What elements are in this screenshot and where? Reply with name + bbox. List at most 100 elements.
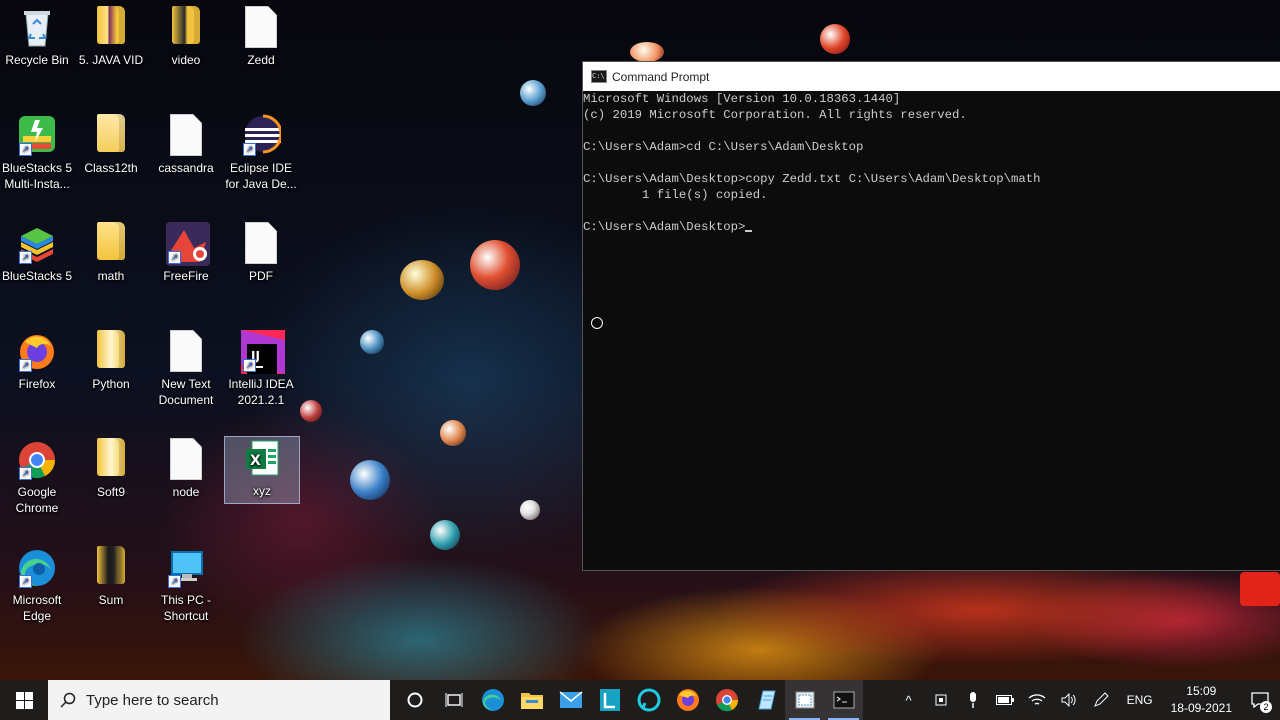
recycle-bin-icon: [17, 6, 57, 48]
command-prompt-window[interactable]: C:\ Command Prompt Microsoft Windows [Ve…: [583, 62, 1280, 570]
taskbar: Type here to search ^ ENG 15:09 18-09-20…: [0, 680, 1280, 720]
cmd-line: 1 file(s) copied.: [583, 188, 768, 202]
taskbar-snipping-tool[interactable]: [785, 680, 824, 720]
desktop-icon-label: Firefox: [18, 377, 56, 391]
alexa-icon: [637, 688, 660, 712]
firefox-icon: ↗: [17, 330, 57, 372]
desktop-icon-google-chrome[interactable]: ↗ Google Chrome: [0, 438, 74, 516]
meet-now-icon: [935, 694, 947, 706]
desktop-icon-recycle-bin[interactable]: Recycle Bin: [0, 6, 74, 68]
taskbar-file-explorer[interactable]: [512, 680, 551, 720]
libreoffice-icon: [599, 689, 620, 711]
desktop-icon-class12th[interactable]: Class12th: [74, 114, 148, 176]
desktop-icon-label: Eclipse IDE for Java De...: [225, 161, 297, 191]
desktop-icon-cassandra[interactable]: cassandra: [149, 114, 223, 176]
folder-icon: [91, 222, 131, 264]
desktop-icon-label: Sum: [98, 593, 124, 607]
desktop-icon-this-pc[interactable]: ↗ This PC - Shortcut: [149, 546, 223, 624]
desktop-icon-intellij[interactable]: IJ ↗ IntelliJ IDEA 2021.2.1: [224, 330, 298, 408]
desktop-icon-math[interactable]: math: [74, 222, 148, 284]
desktop-icon-sum[interactable]: Sum: [74, 546, 148, 608]
desktop-icon-firefox[interactable]: ↗ Firefox: [0, 330, 74, 392]
chevron-up-icon: ^: [905, 692, 912, 708]
cortana-button[interactable]: [395, 680, 434, 720]
desktop-icon-xyz[interactable]: X xyz: [224, 436, 300, 504]
edge-icon: [481, 689, 504, 711]
desktop-icon-label: 5. JAVA VID: [78, 53, 144, 67]
desktop-icon-new-text-document[interactable]: New Text Document: [149, 330, 223, 408]
desktop-icon-zedd[interactable]: Zedd: [224, 6, 298, 68]
tray-pen[interactable]: [1085, 680, 1117, 720]
action-center-button[interactable]: 2: [1240, 680, 1280, 720]
desktop-icon-label: Recycle Bin: [5, 53, 69, 67]
bluestacks-multi-instance-icon: ↗: [17, 114, 57, 156]
document-icon: [166, 438, 206, 480]
intellij-idea-icon: IJ ↗: [241, 330, 285, 374]
cmd-line: C:\Users\Adam>cd C:\Users\Adam\Desktop: [583, 140, 864, 154]
pen-icon: [1093, 692, 1109, 707]
desktop-icon-bluestacks[interactable]: ↗ BlueStacks 5: [0, 222, 74, 284]
taskbar-mail[interactable]: [551, 680, 590, 720]
taskbar-alexa[interactable]: [629, 680, 668, 720]
tray-wifi[interactable]: [1021, 680, 1053, 720]
firefox-icon: [676, 689, 699, 711]
show-hidden-icons-button[interactable]: ^: [893, 680, 925, 720]
folder-icon: [166, 6, 206, 48]
clock-time: 15:09: [1186, 684, 1217, 698]
desktop-icon-label: Soft9: [96, 485, 126, 499]
tray-battery[interactable]: [989, 680, 1021, 720]
start-button[interactable]: [0, 680, 48, 720]
task-view-button[interactable]: [434, 680, 473, 720]
microphone-icon: [969, 692, 976, 708]
windows-logo-icon: [15, 691, 33, 709]
desktop-icon-java-vid[interactable]: 5. JAVA VID: [74, 6, 148, 68]
desktop-icon-label: Class12th: [84, 161, 138, 175]
document-icon: [241, 6, 281, 48]
desktop-icon-python[interactable]: Python: [74, 330, 148, 392]
tray-microphone[interactable]: [957, 680, 989, 720]
desktop-icon-label: xyz: [253, 484, 271, 498]
cmd-line: C:\Users\Adam\Desktop>: [583, 219, 1280, 235]
desktop-icon-video[interactable]: video: [149, 6, 223, 68]
volume-icon: [1061, 693, 1076, 707]
desktop-icon-eclipse[interactable]: ↗ Eclipse IDE for Java De...: [224, 114, 298, 192]
file-explorer-icon: [520, 693, 543, 709]
desktop-icon-label: BlueStacks 5 Multi-Insta...: [1, 161, 73, 191]
taskbar-edge[interactable]: [473, 680, 512, 720]
desktop-icon-label: Google Chrome: [15, 485, 59, 515]
desktop-icon-label: Zedd: [247, 53, 275, 67]
taskbar-chrome[interactable]: [707, 680, 746, 720]
taskbar-command-prompt[interactable]: [824, 680, 863, 720]
eclipse-icon: ↗: [241, 114, 283, 156]
cmd-console-output[interactable]: Microsoft Windows [Version 10.0.18363.14…: [583, 91, 1280, 235]
desktop-icon-label: cassandra: [158, 161, 214, 175]
taskbar-search-box[interactable]: Type here to search: [48, 680, 390, 720]
cmd-line: [583, 123, 1280, 139]
cmd-icon: C:\: [591, 70, 607, 83]
desktop-icon-label: math: [97, 269, 125, 283]
taskbar-notepad[interactable]: [746, 680, 785, 720]
taskbar-clock[interactable]: 15:09 18-09-2021: [1163, 683, 1240, 717]
desktop-icon-pdf[interactable]: PDF: [224, 222, 298, 284]
desktop-icon-node[interactable]: node: [149, 438, 223, 500]
desktop-icon-bluestacks-multi[interactable]: ↗ BlueStacks 5 Multi-Insta...: [0, 114, 74, 192]
chrome-icon: [715, 689, 738, 712]
cmd-titlebar[interactable]: C:\ Command Prompt: [583, 62, 1280, 91]
cmd-line: Microsoft Windows [Version 10.0.18363.14…: [583, 92, 901, 106]
desktop-icon-soft9[interactable]: Soft9: [74, 438, 148, 500]
desktop-icon-label: PDF: [249, 269, 273, 283]
cmd-line: [583, 155, 1280, 171]
wifi-icon: [1028, 694, 1046, 705]
desktop-icon-microsoft-edge[interactable]: ↗ Microsoft Edge: [0, 546, 74, 624]
desktop-icon-freefire[interactable]: ↗ FreeFire: [149, 222, 223, 284]
desktop-icon-label: New Text Document: [158, 377, 214, 407]
tray-volume[interactable]: [1053, 680, 1085, 720]
chrome-icon: ↗: [17, 438, 57, 480]
taskbar-libreoffice[interactable]: [590, 680, 629, 720]
excel-icon: X: [242, 437, 282, 479]
tray-device-icon[interactable]: [925, 680, 957, 720]
cmd-line: (c) 2019 Microsoft Corporation. All righ…: [583, 108, 967, 122]
language-indicator[interactable]: ENG: [1117, 680, 1163, 720]
bluestacks-icon: ↗: [17, 222, 57, 264]
taskbar-firefox[interactable]: [668, 680, 707, 720]
